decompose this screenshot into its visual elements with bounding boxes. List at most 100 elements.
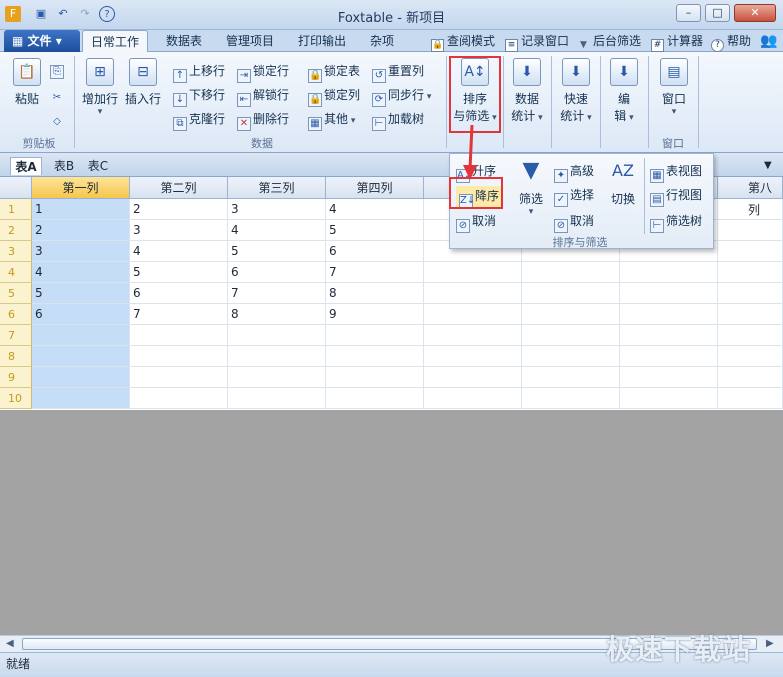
grid-cell[interactable] (228, 388, 326, 409)
minimize-button[interactable]: – (676, 4, 701, 22)
grid-cell[interactable] (620, 388, 718, 409)
other-button[interactable]: ▦ 其他 ▾ (308, 110, 355, 131)
grid-cell[interactable] (718, 199, 783, 220)
grid-cell[interactable]: 3 (130, 220, 228, 241)
column-header-1[interactable]: 第一列 (32, 177, 130, 199)
grid-cell[interactable] (522, 283, 620, 304)
grid-cell[interactable] (718, 241, 783, 262)
grid-cell[interactable] (424, 304, 522, 325)
grid-cell[interactable] (718, 325, 783, 346)
restore-button[interactable]: □ (705, 4, 730, 22)
lock-table-button[interactable]: 🔒 锁定表 (308, 62, 360, 83)
grid-cell[interactable]: 9 (326, 304, 424, 325)
grid-cell[interactable] (718, 304, 783, 325)
grid-cell[interactable]: 7 (130, 304, 228, 325)
grid-cell[interactable]: 8 (326, 283, 424, 304)
sheet-tab-a[interactable]: 表A (10, 157, 42, 175)
grid-cell[interactable] (620, 283, 718, 304)
quick-stats-button[interactable]: ⬇ 快速 统计 ▾ (556, 58, 596, 124)
sheet-tab-b[interactable]: 表B (50, 157, 78, 175)
add-row-button[interactable]: ⊞ 增加行 ▾ (80, 58, 120, 117)
eraser-icon[interactable]: ◇ (50, 110, 66, 130)
record-window-button[interactable]: ≡ 记录窗口 (505, 33, 569, 52)
grid-cell[interactable]: 1 (32, 199, 130, 220)
grid-cell[interactable] (718, 367, 783, 388)
grid-cell[interactable] (326, 325, 424, 346)
grid-cell[interactable] (130, 388, 228, 409)
scroll-right-icon[interactable]: ▶ (766, 638, 774, 649)
grid-cell[interactable]: 5 (32, 283, 130, 304)
reset-column-button[interactable]: ↺ 重置列 (372, 62, 424, 83)
window-button[interactable]: ▤ 窗口 ▾ (654, 58, 694, 117)
grid-cell[interactable] (424, 283, 522, 304)
row-header[interactable]: 6 (0, 304, 32, 325)
grid-cell[interactable] (620, 262, 718, 283)
column-header-8[interactable]: 第八列 (718, 177, 783, 217)
grid-cell[interactable] (620, 346, 718, 367)
users-icon[interactable]: 👥 (760, 33, 777, 49)
row-header[interactable]: 4 (0, 262, 32, 283)
grid-cell[interactable] (424, 346, 522, 367)
column-header-4[interactable]: 第四列 (326, 177, 424, 199)
select-filter-button[interactable]: ✓ 选择 (554, 186, 594, 207)
sheet-list-dropdown-icon[interactable]: ▼ (764, 157, 772, 175)
grid-cell[interactable] (522, 304, 620, 325)
edit-button[interactable]: ⬇ 编 辑 ▾ (606, 58, 642, 124)
grid-cell[interactable] (424, 262, 522, 283)
grid-cell[interactable] (620, 304, 718, 325)
insert-row-button[interactable]: ⊟ 插入行 (123, 58, 163, 107)
grid-cell[interactable]: 4 (130, 241, 228, 262)
grid-cell[interactable] (228, 346, 326, 367)
row-header[interactable]: 7 (0, 325, 32, 346)
grid-cell[interactable] (130, 367, 228, 388)
grid-cell[interactable]: 7 (228, 283, 326, 304)
row-view-button[interactable]: ▤ 行视图 (650, 186, 702, 207)
grid-cell[interactable]: 4 (32, 262, 130, 283)
cancel-sort-button[interactable]: ⊘ 取消 (456, 212, 496, 233)
row-header[interactable]: 2 (0, 220, 32, 241)
grid-cell[interactable]: 5 (130, 262, 228, 283)
grid-cell[interactable]: 6 (32, 304, 130, 325)
tab-data-table[interactable]: 数据表 (156, 30, 212, 52)
grid-cell[interactable] (424, 388, 522, 409)
clone-row-button[interactable]: ⧉ 克隆行 (173, 110, 225, 131)
cut-icon[interactable]: ✂ (50, 86, 66, 106)
switch-button[interactable]: AZ 切换 (606, 158, 640, 207)
help-button[interactable]: ? 帮助 (711, 33, 751, 52)
move-down-button[interactable]: ↓ 下移行 (173, 86, 225, 107)
grid-corner[interactable] (0, 177, 32, 199)
file-menu-button[interactable]: ▦ 文件 ▾ (4, 30, 80, 52)
row-header[interactable]: 10 (0, 388, 32, 409)
grid-cell[interactable] (32, 346, 130, 367)
sync-row-button[interactable]: ⟳ 同步行 ▾ (372, 86, 431, 107)
grid-cell[interactable]: 2 (32, 220, 130, 241)
grid-cell[interactable] (326, 346, 424, 367)
grid-cell[interactable] (32, 388, 130, 409)
row-header[interactable]: 9 (0, 367, 32, 388)
column-header-3[interactable]: 第三列 (228, 177, 326, 199)
grid-cell[interactable] (620, 367, 718, 388)
filter-tree-button[interactable]: ⊢ 筛选树 (650, 212, 702, 233)
grid-cell[interactable]: 6 (326, 241, 424, 262)
grid-cell[interactable] (522, 325, 620, 346)
copy-icon[interactable]: ⎘ (50, 60, 66, 79)
tab-daily-work[interactable]: 日常工作 (82, 30, 148, 52)
row-header[interactable]: 1 (0, 199, 32, 220)
grid-cell[interactable]: 2 (130, 199, 228, 220)
tab-manage-project[interactable]: 管理项目 (218, 30, 282, 52)
grid-cell[interactable]: 5 (326, 220, 424, 241)
grid-cell[interactable]: 6 (228, 262, 326, 283)
row-header[interactable]: 8 (0, 346, 32, 367)
table-view-button[interactable]: ▦ 表视图 (650, 162, 702, 183)
delete-row-button[interactable]: ✕ 删除行 (237, 110, 289, 131)
grid-cell[interactable]: 3 (32, 241, 130, 262)
unlock-row-button[interactable]: ⇤ 解锁行 (237, 86, 289, 107)
grid-cell[interactable]: 8 (228, 304, 326, 325)
grid-cell[interactable]: 3 (228, 199, 326, 220)
calculator-button[interactable]: # 计算器 (651, 33, 703, 52)
row-header[interactable]: 3 (0, 241, 32, 262)
grid-cell[interactable]: 4 (228, 220, 326, 241)
grid-cell[interactable] (620, 325, 718, 346)
grid-cell[interactable] (326, 367, 424, 388)
cancel-filter-button[interactable]: ⊘ 取消 (554, 212, 594, 233)
